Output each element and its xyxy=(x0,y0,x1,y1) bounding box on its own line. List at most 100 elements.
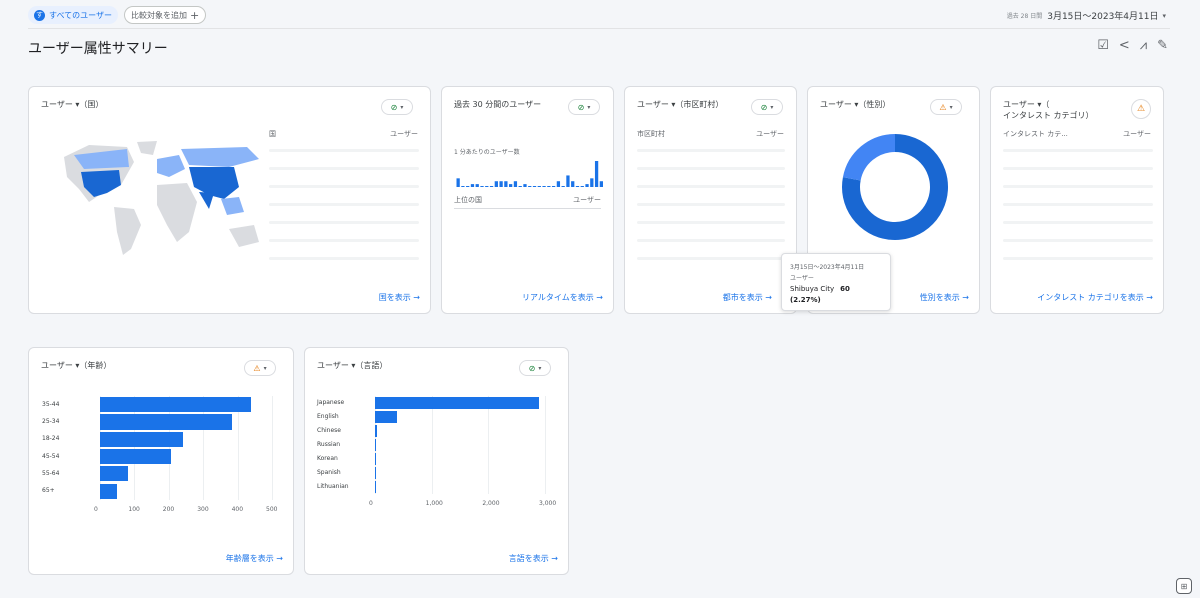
realtime-bar[interactable] xyxy=(580,186,584,187)
share-icon[interactable]: < xyxy=(1119,38,1130,53)
category-label: 25-34 xyxy=(42,417,60,425)
date-range-picker[interactable]: 過去 28 日間 3月15日～2023年4月11日 ▾ xyxy=(1007,9,1166,23)
realtime-bar[interactable] xyxy=(594,161,599,187)
realtime-bar[interactable] xyxy=(599,181,603,187)
interest-card: ユーザー ▾（ インタレスト カテゴリ） ⚠ インタレスト カテ... ユーザー… xyxy=(990,86,1164,314)
realtime-bar[interactable] xyxy=(537,186,541,187)
faded-row xyxy=(637,257,785,260)
realtime-bar[interactable] xyxy=(475,184,479,187)
faded-row xyxy=(637,167,785,170)
realtime-bar[interactable] xyxy=(547,186,551,187)
segment-chip-all-users[interactable]: す すべてのユーザー xyxy=(28,6,118,24)
category-label: Lithuanian xyxy=(317,483,349,490)
realtime-bar[interactable] xyxy=(456,178,460,187)
add-comparison-button[interactable]: 比較対象を追加 + xyxy=(123,6,207,24)
faded-row xyxy=(269,257,419,260)
bar[interactable] xyxy=(100,448,171,465)
data-quality-badge[interactable]: ⊘ ▾ xyxy=(568,99,600,115)
realtime-bar[interactable] xyxy=(499,181,503,187)
realtime-bar[interactable] xyxy=(485,186,489,187)
realtime-bar[interactable] xyxy=(561,186,565,187)
pencil-icon[interactable]: ✎ xyxy=(1157,38,1168,53)
faded-row xyxy=(269,203,419,206)
insights-icon[interactable]: ⩘ xyxy=(1140,38,1147,53)
tooltip-city: Shibuya City xyxy=(790,285,835,293)
realtime-bar[interactable] xyxy=(494,181,498,187)
map-asia xyxy=(189,167,239,199)
realtime-bar[interactable] xyxy=(518,186,522,187)
bar[interactable] xyxy=(100,483,118,499)
report-actions: ☑ < ⩘ ✎ xyxy=(1097,38,1168,53)
view-countries-link[interactable]: 国を表示 → xyxy=(379,292,420,303)
donut-slice[interactable] xyxy=(842,134,896,181)
country-card-title[interactable]: ユーザー ▾（国） xyxy=(41,99,103,110)
arrow-right-icon: → xyxy=(962,293,969,302)
realtime-bar[interactable] xyxy=(504,181,508,187)
warning-icon[interactable]: ⚠ xyxy=(1131,99,1151,119)
realtime-bar[interactable] xyxy=(566,175,570,187)
bar[interactable] xyxy=(375,481,376,493)
realtime-bar[interactable] xyxy=(590,178,594,187)
view-interests-link[interactable]: インタレスト カテゴリを表示 → xyxy=(1037,292,1153,303)
data-quality-badge[interactable]: ⚠ ▾ xyxy=(930,99,962,115)
faded-row xyxy=(1003,149,1153,152)
realtime-bar[interactable] xyxy=(551,186,556,187)
realtime-bar[interactable] xyxy=(513,181,518,187)
realtime-bar[interactable] xyxy=(470,184,475,187)
feedback-icon[interactable]: ⊞ xyxy=(1176,578,1192,594)
realtime-bar[interactable] xyxy=(571,181,575,187)
divider xyxy=(28,28,1170,29)
bar[interactable] xyxy=(100,466,128,482)
realtime-bar[interactable] xyxy=(461,186,465,187)
bar[interactable] xyxy=(375,397,540,409)
view-realtime-link[interactable]: リアルタイムを表示 → xyxy=(522,292,603,303)
view-gender-link[interactable]: 性別を表示 → xyxy=(920,292,969,303)
realtime-bar[interactable] xyxy=(509,184,513,187)
realtime-bar[interactable] xyxy=(528,186,532,187)
faded-row xyxy=(637,203,785,206)
report-edit-icon[interactable]: ☑ xyxy=(1097,38,1109,53)
bar[interactable] xyxy=(375,425,377,437)
arrow-right-icon: → xyxy=(551,554,558,563)
chevron-down-icon: ▾ xyxy=(400,103,404,111)
add-comparison-label: 比較対象を追加 xyxy=(130,10,187,20)
category-label: Spanish xyxy=(317,469,341,476)
map-australia xyxy=(229,225,259,247)
view-age-link[interactable]: 年齢層を表示 → xyxy=(226,553,283,564)
bar[interactable] xyxy=(375,411,398,423)
bar[interactable] xyxy=(100,397,252,413)
category-label: Russian xyxy=(317,441,341,448)
faded-row xyxy=(269,149,419,152)
bar[interactable] xyxy=(100,431,183,447)
realtime-bar[interactable] xyxy=(542,186,546,187)
data-quality-badge[interactable]: ⊘ ▾ xyxy=(381,99,413,115)
faded-row xyxy=(269,185,419,188)
faded-row xyxy=(1003,239,1153,242)
map-europe xyxy=(157,155,185,177)
realtime-bar[interactable] xyxy=(523,184,527,187)
realtime-bar[interactable] xyxy=(480,186,484,187)
view-cities-link[interactable]: 都市を表示 → xyxy=(723,292,772,303)
gender-card-title[interactable]: ユーザー ▾（性別） xyxy=(820,99,890,110)
view-languages-link[interactable]: 言語を表示 → xyxy=(509,553,558,564)
bar[interactable] xyxy=(375,439,376,451)
bar[interactable] xyxy=(100,414,233,430)
view-realtime-label: リアルタイムを表示 xyxy=(521,293,594,302)
realtime-bar[interactable] xyxy=(532,186,537,187)
faded-row xyxy=(1003,203,1153,206)
realtime-bar[interactable] xyxy=(489,186,494,187)
realtime-bar[interactable] xyxy=(575,186,580,187)
realtime-bar[interactable] xyxy=(556,181,561,187)
view-gender-label: 性別を表示 xyxy=(919,293,960,302)
realtime-bar[interactable] xyxy=(585,184,589,187)
chevron-down-icon: ▾ xyxy=(587,103,591,111)
language-card: ユーザー ▾（言語） ⊘ ▾ 0 1,000 2,000 3,000 Japanese En… xyxy=(304,347,569,575)
bar[interactable] xyxy=(375,467,376,479)
realtime-bar[interactable] xyxy=(466,186,470,187)
city-card-title[interactable]: ユーザー ▾（市区町村） xyxy=(637,99,723,110)
age-bar-chart: 0 100 200 300 400 500 35-44 25-34 18-24 45-54 55-6… xyxy=(29,348,295,548)
interest-card-title[interactable]: ユーザー ▾（ インタレスト カテゴリ） xyxy=(1003,99,1094,121)
category-label: Chinese xyxy=(317,427,341,434)
bar[interactable] xyxy=(375,453,376,465)
data-quality-badge[interactable]: ⊘ ▾ xyxy=(751,99,783,115)
